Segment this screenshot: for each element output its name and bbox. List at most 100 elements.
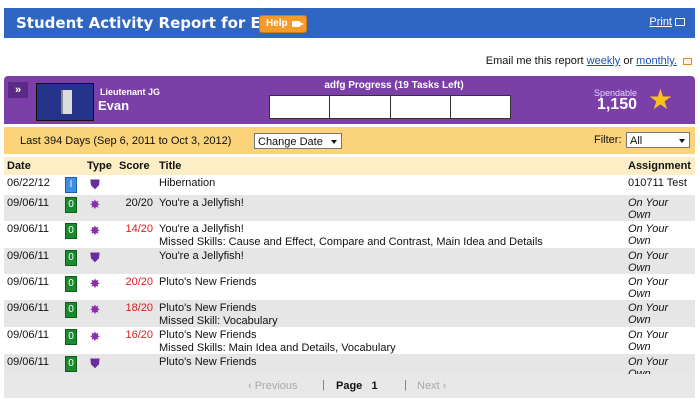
progress-title: adfg Progress (19 Tasks Left): [324, 80, 464, 91]
activity-title[interactable]: Pluto's New Friends: [159, 276, 256, 288]
row-date: 09/06/11: [4, 300, 62, 327]
table-row[interactable]: 09/06/11 0 ✸ 18/20 Pluto's New Friends Missed…: [4, 300, 695, 327]
missed-skills: Missed Skills: Main Idea and Details, Vo…: [159, 342, 396, 354]
student-profile-bar: » Lieutenant JG Evan adfg Progress (19 T…: [4, 76, 695, 124]
table-row[interactable]: 06/22/12 I ⛊ Hibernation 010711 Test: [4, 175, 695, 195]
row-title[interactable]: You're a Jellyfish!: [156, 195, 625, 221]
table-row[interactable]: 09/06/11 0 ✸ 20/20 You're a Jellyfish! On You…: [4, 195, 695, 221]
row-level: 0: [62, 248, 84, 274]
activity-title[interactable]: Pluto's New Friends: [159, 329, 256, 341]
avatar: [36, 83, 94, 121]
row-date: 06/22/12: [4, 175, 62, 195]
activity-title[interactable]: You're a Jellyfish!: [159, 250, 244, 262]
expand-chevron-icon[interactable]: »: [8, 82, 28, 98]
row-date: 09/06/11: [4, 248, 62, 274]
col-assignment[interactable]: Assignment: [625, 157, 695, 175]
page-title: Student Activity Report for Evan: [16, 14, 292, 32]
table-header-row: Date Type Score Title Assignment: [4, 157, 695, 175]
date-filter-bar: Last 394 Days (Sep 6, 2011 to Oct 3, 201…: [4, 127, 695, 154]
col-type[interactable]: Type: [84, 157, 116, 175]
email-or: or: [623, 55, 634, 67]
col-date[interactable]: Date: [4, 157, 62, 175]
print-label: Print: [649, 16, 672, 28]
email-report-row: Email me this report weekly or monthly.: [486, 55, 692, 67]
row-title[interactable]: Hibernation: [156, 175, 625, 195]
level-badge: 0: [65, 329, 77, 345]
table-row[interactable]: 09/06/11 0 ✸ 16/20 Pluto's New Friends Missed…: [4, 327, 695, 354]
row-title[interactable]: Pluto's New Friends: [156, 274, 625, 300]
monthly-link[interactable]: monthly.: [636, 55, 677, 67]
print-link[interactable]: Print: [649, 16, 685, 28]
divider: |: [404, 379, 407, 391]
row-title[interactable]: Pluto's New Friends Missed Skill: Vocabul…: [156, 300, 625, 327]
progress-segment: [391, 96, 451, 118]
table-row[interactable]: 09/06/11 0 ⛊ You're a Jellyfish! On Your Own: [4, 248, 695, 274]
level-badge: 0: [65, 356, 77, 372]
badge-icon: ✸: [89, 197, 101, 212]
row-date: 09/06/11: [4, 221, 62, 248]
rank-insignia-icon: [61, 90, 72, 114]
header-bar: Student Activity Report for Evan Help Pr…: [4, 8, 695, 38]
row-type: ⛊: [84, 248, 116, 274]
row-score: 16/20: [116, 327, 156, 354]
row-level: 0: [62, 195, 84, 221]
row-date: 09/06/11: [4, 327, 62, 354]
badge-icon: ✸: [89, 223, 101, 238]
envelope-icon[interactable]: [683, 57, 692, 65]
row-assignment: On Your Own: [625, 274, 695, 300]
col-score[interactable]: Score: [116, 157, 156, 175]
next-link[interactable]: Next ›: [417, 380, 446, 392]
row-date: 09/06/11: [4, 274, 62, 300]
printer-icon: [675, 18, 685, 26]
row-type: ✸: [84, 221, 116, 248]
row-type: ✸: [84, 327, 116, 354]
row-level: 0: [62, 327, 84, 354]
shield-icon: ⛊: [90, 250, 100, 265]
activity-title[interactable]: You're a Jellyfish!: [159, 223, 244, 235]
row-assignment: On Your Own: [625, 195, 695, 221]
activity-title[interactable]: Hibernation: [159, 177, 215, 189]
weekly-link[interactable]: weekly: [587, 55, 621, 67]
activity-title[interactable]: Pluto's New Friends: [159, 302, 256, 314]
level-badge: I: [65, 177, 77, 193]
video-icon: [291, 21, 304, 27]
table-row[interactable]: 09/06/11 0 ✸ 14/20 You're a Jellyfish! Missed…: [4, 221, 695, 248]
page-label: Page: [336, 380, 363, 392]
change-date-label: Change Date: [258, 136, 323, 148]
shield-icon: ⛊: [90, 177, 100, 192]
row-type: ✸: [84, 300, 116, 327]
activity-title[interactable]: Pluto's New Friends: [159, 356, 256, 368]
shield-icon: ⛊: [90, 356, 100, 371]
level-badge: 0: [65, 302, 77, 318]
help-button[interactable]: Help: [259, 15, 307, 33]
row-title[interactable]: Pluto's New Friends Missed Skills: Main I…: [156, 327, 625, 354]
activity-table: Date Type Score Title Assignment 06/22/1…: [4, 157, 695, 380]
row-assignment: 010711 Test: [625, 175, 695, 195]
level-badge: 0: [65, 250, 77, 266]
email-prefix: Email me this report: [485, 55, 584, 67]
row-score: 14/20: [116, 221, 156, 248]
filter-select[interactable]: All: [626, 132, 690, 148]
missed-skills: Missed Skills: Cause and Effect, Compare…: [159, 236, 543, 248]
row-title[interactable]: You're a Jellyfish!: [156, 248, 625, 274]
progress-segment: [451, 96, 510, 118]
badge-icon: ✸: [89, 302, 101, 317]
filter-label: Filter:: [594, 134, 622, 146]
row-score: 20/20: [116, 274, 156, 300]
divider: |: [322, 379, 325, 391]
student-name: Evan: [98, 98, 130, 113]
table-row[interactable]: 09/06/11 0 ✸ 20/20 Pluto's New Friends On You…: [4, 274, 695, 300]
col-level: [62, 157, 84, 175]
progress-segment: [330, 96, 391, 118]
row-type: ✸: [84, 274, 116, 300]
previous-link[interactable]: ‹ Previous: [248, 380, 298, 392]
row-title[interactable]: You're a Jellyfish! Missed Skills: Cause …: [156, 221, 625, 248]
row-score: 18/20: [116, 300, 156, 327]
change-date-select[interactable]: Change Date: [254, 133, 342, 149]
row-assignment: On Your Own: [625, 300, 695, 327]
badge-icon: ✸: [89, 329, 101, 344]
col-title[interactable]: Title: [156, 157, 625, 175]
date-range: Last 394 Days (Sep 6, 2011 to Oct 3, 201…: [20, 135, 232, 147]
row-type: ✸: [84, 195, 116, 221]
activity-title[interactable]: You're a Jellyfish!: [159, 197, 244, 209]
